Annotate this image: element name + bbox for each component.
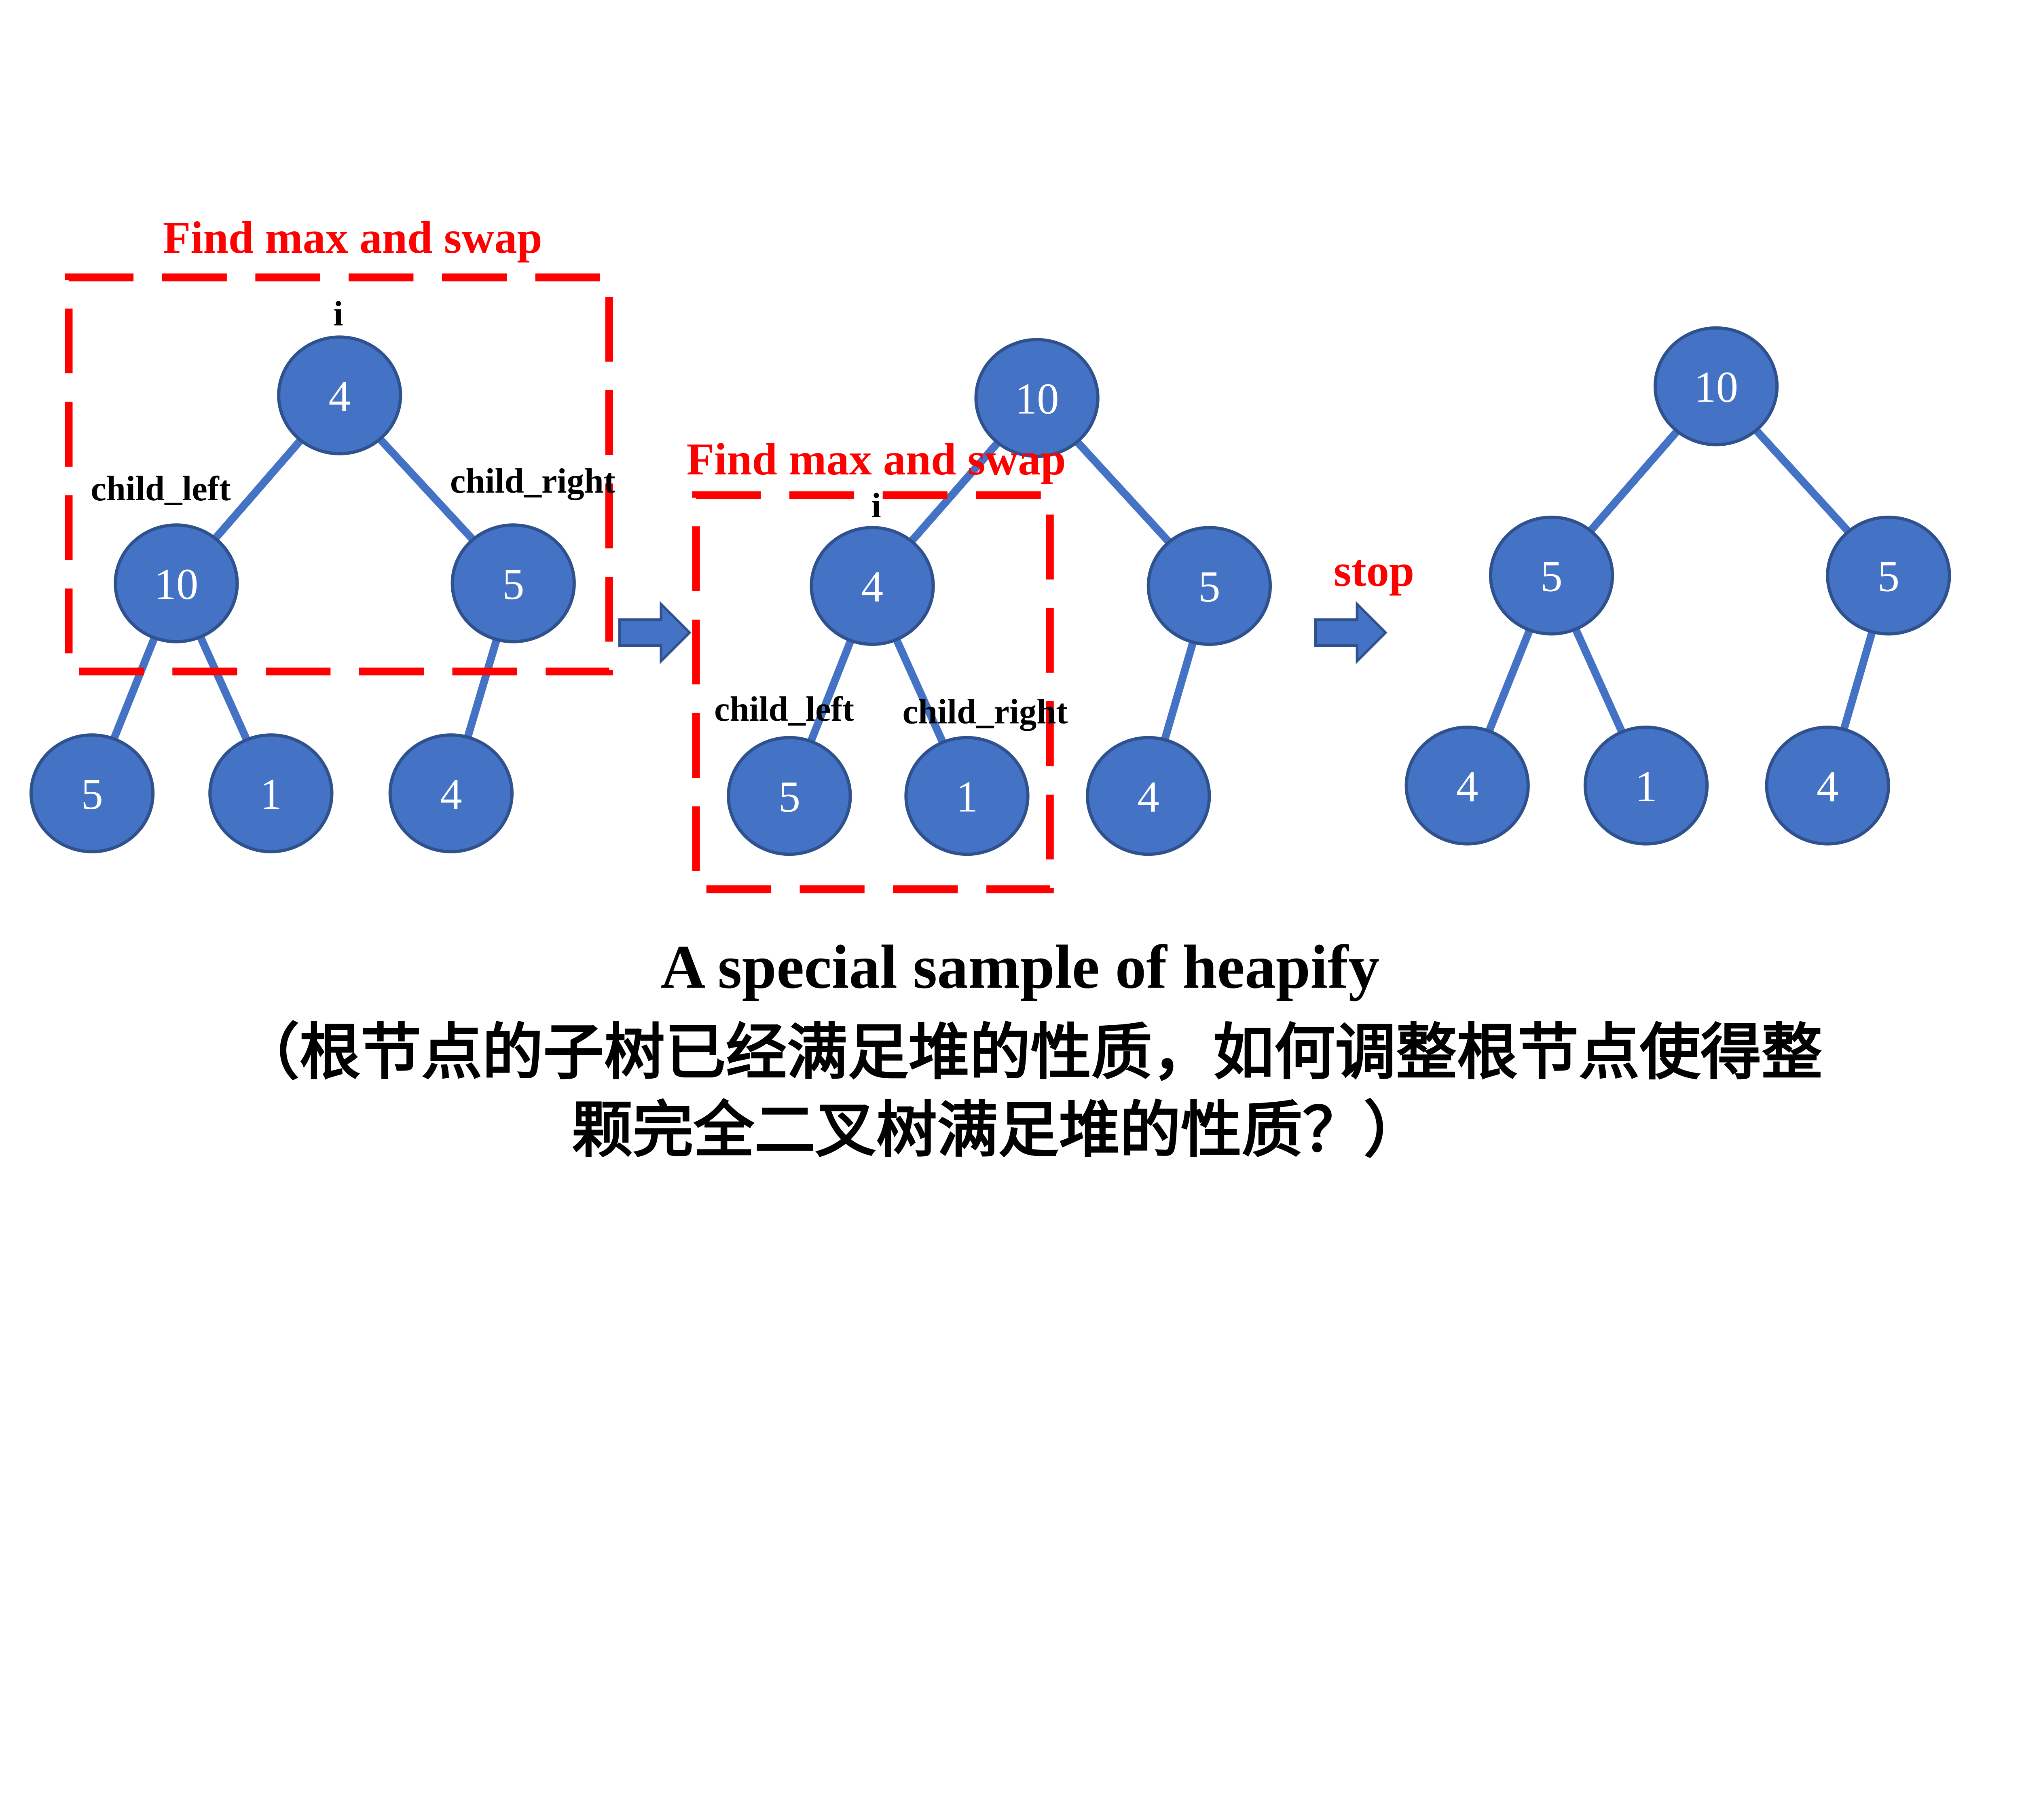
tree-node: 4: [277, 335, 402, 455]
tree-node: 5: [1146, 526, 1272, 646]
step2-caption: Find max and swap: [687, 434, 1066, 485]
node-value: 5: [1540, 552, 1562, 601]
node-value: 10: [1015, 374, 1059, 423]
tree-node: 10: [114, 523, 239, 643]
heapify-diagram: 410 55 1 4104 55 1 4105 54 1 4 Find max and swap …: [29, 213, 1951, 1166]
node-value: 5: [1878, 552, 1899, 601]
node-value: 4: [440, 770, 462, 819]
node-value: 5: [778, 772, 800, 821]
step1-child-right-label: child_right: [450, 461, 615, 500]
node-value: 1: [956, 772, 978, 821]
node-value: 5: [502, 560, 524, 609]
tree-node: 10: [1653, 326, 1779, 447]
node-value: 5: [81, 770, 103, 819]
node-value: 1: [260, 770, 282, 819]
step2-child-right-label: child_right: [903, 692, 1068, 731]
tree-node: 5: [727, 736, 852, 856]
tree-node: 5: [29, 733, 155, 853]
diagram-title: A special sample of heapify: [661, 933, 1380, 1001]
tree-node: 1: [1583, 726, 1709, 846]
step2-i-label: i: [871, 486, 881, 525]
tree-node: 4: [810, 526, 935, 646]
node-value: 4: [1817, 762, 1838, 811]
node-value: 4: [1138, 772, 1159, 821]
node-value: 4: [329, 372, 351, 421]
tree-node: 1: [904, 736, 1030, 856]
subtitle-line1: （根节点的子树已经满足堆的性质，如何调整根节点使得整: [239, 1017, 1822, 1088]
subtitle-line2: 颗完全二叉树满足堆的性质？）: [572, 1094, 1425, 1166]
node-value: 5: [1198, 562, 1220, 611]
stop-label: stop: [1334, 546, 1414, 596]
step1-caption: Find max and swap: [163, 213, 542, 263]
node-value: 1: [1635, 762, 1657, 811]
node-value: 10: [154, 560, 198, 609]
tree-node: 4: [1765, 726, 1890, 846]
tree-node: 4: [1404, 726, 1530, 846]
right-arrow-icon: [1314, 601, 1387, 665]
right-arrow-icon: [618, 601, 692, 665]
tree-node: 5: [1826, 515, 1951, 636]
tree-node: 5: [451, 523, 576, 643]
node-value: 4: [1456, 762, 1478, 811]
node-value: 10: [1694, 363, 1738, 412]
tree-node: 5: [1489, 515, 1614, 636]
tree-node: 4: [388, 733, 514, 853]
tree-nodes: 4 10 5 5 1 4 10 4 5 5 1 4 10 5 5 4 1 4: [29, 326, 1951, 856]
step1-i-label: i: [334, 294, 343, 333]
tree-node: 1: [208, 733, 334, 853]
step2-child-left-label: child_left: [714, 690, 854, 728]
tree-node: 4: [1086, 736, 1211, 856]
step1-child-left-label: child_left: [91, 469, 231, 508]
node-value: 4: [861, 562, 883, 611]
